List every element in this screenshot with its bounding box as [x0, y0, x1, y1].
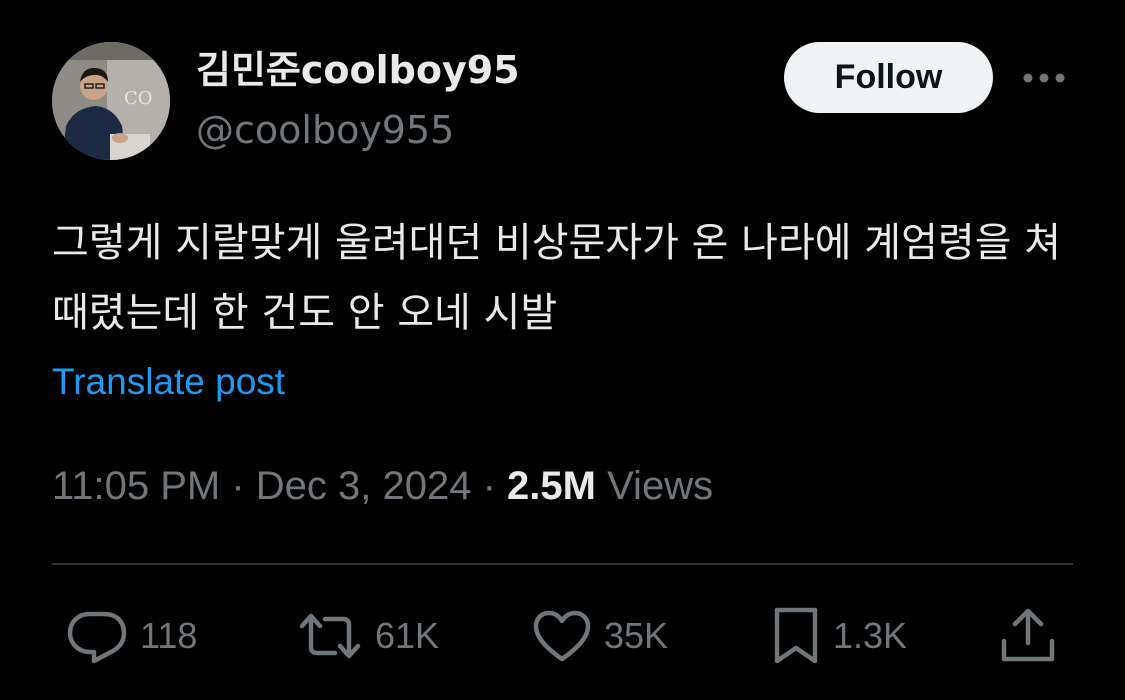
repost-icon: [299, 613, 361, 659]
follow-button[interactable]: Follow: [784, 42, 993, 113]
views-label: Views: [595, 464, 714, 508]
repost-button[interactable]: 61K: [297, 606, 439, 666]
translate-post-link[interactable]: Translate post: [52, 358, 285, 406]
reply-count: 118: [140, 615, 198, 656]
user-handle[interactable]: @coolboy955: [196, 106, 454, 154]
tweet-time[interactable]: 11:05 PM: [52, 464, 220, 508]
profile-photo-icon: CO: [52, 42, 170, 160]
tweet-meta: 11:05 PM · Dec 3, 2024 · 2.5M Views: [52, 460, 713, 512]
bookmark-icon: [774, 607, 818, 664]
svg-text:CO: CO: [124, 88, 153, 109]
share-button[interactable]: [999, 606, 1057, 666]
bookmark-button[interactable]: 1.3K: [771, 606, 907, 666]
repost-count: 61K: [375, 615, 440, 656]
avatar[interactable]: CO: [52, 42, 170, 160]
views-count: 2.5M: [507, 464, 596, 508]
like-count: 35K: [604, 615, 669, 656]
display-name[interactable]: 김민준coolboy95: [196, 46, 520, 94]
tweet-date[interactable]: Dec 3, 2024: [256, 464, 472, 508]
bookmark-count: 1.3K: [833, 615, 908, 656]
reply-button[interactable]: 118: [66, 606, 197, 666]
meta-separator: ·: [220, 464, 256, 508]
heart-icon: [533, 610, 591, 662]
meta-separator: ·: [471, 464, 508, 508]
like-button[interactable]: 35K: [532, 606, 668, 666]
divider: [52, 563, 1073, 565]
reply-icon: [67, 611, 127, 664]
tweet-text: 그렇게 지랄맞게 울려대던 비상문자가 온 나라에 계엄령을 쳐 때렸는데 한 …: [52, 220, 1074, 336]
more-horizontal-icon[interactable]: [1018, 58, 1070, 98]
share-icon: [1001, 608, 1055, 662]
